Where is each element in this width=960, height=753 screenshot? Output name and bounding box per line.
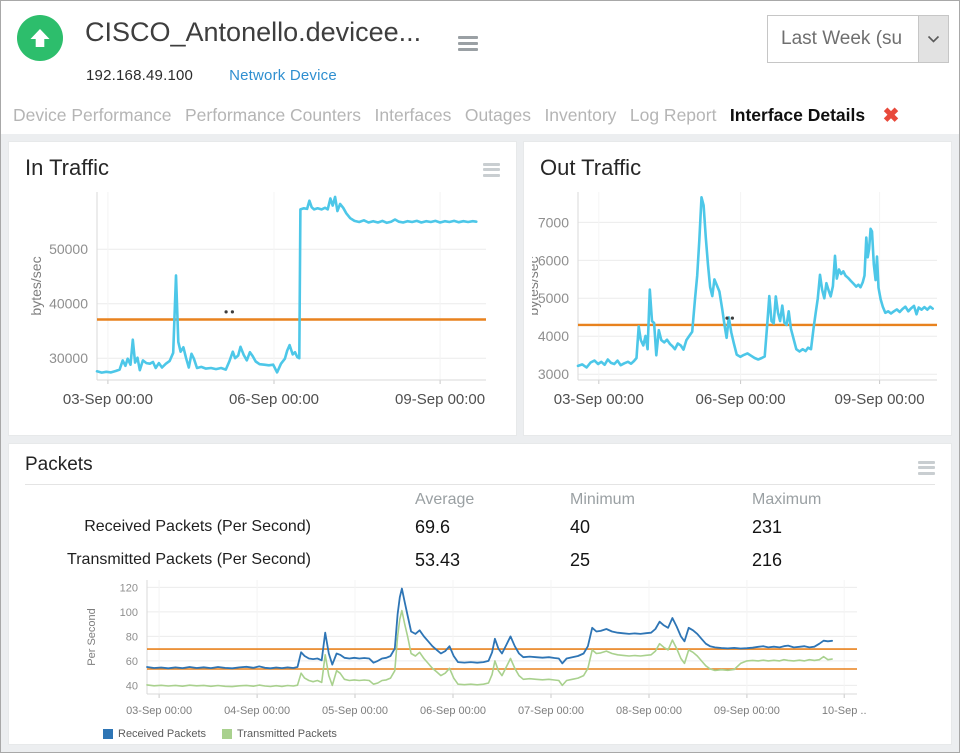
- dashboard-body: In Traffic 30000 40000 50000 03-Sep 00:00 06…: [1, 134, 959, 752]
- legend-label-transmitted: Transmitted Packets: [237, 728, 337, 740]
- packets-menu-icon[interactable]: [918, 458, 935, 477]
- close-tab-icon[interactable]: ✖: [883, 105, 900, 127]
- tab-device-performance[interactable]: Device Performance: [13, 105, 172, 126]
- time-range-select[interactable]: Last Week (su: [767, 15, 949, 63]
- svg-text:60: 60: [126, 656, 138, 668]
- tab-performance-counters[interactable]: Performance Counters: [185, 105, 361, 126]
- svg-text:7000: 7000: [538, 214, 569, 230]
- received-swatch-icon: [103, 729, 113, 739]
- device-header: CISCO_Antonello.devicee... 192.168.49.10…: [1, 1, 959, 96]
- tab-interface-details[interactable]: Interface Details: [730, 105, 865, 126]
- up-arrow-icon: [28, 26, 52, 50]
- tab-inventory[interactable]: Inventory: [544, 105, 616, 126]
- column-header-average: Average: [415, 485, 570, 509]
- svg-text:30000: 30000: [49, 350, 88, 366]
- transmitted-average: 53.43: [415, 542, 570, 575]
- in-traffic-title: In Traffic: [25, 154, 500, 182]
- packets-legend: Received Packets Transmitted Packets: [103, 728, 935, 740]
- svg-text:40: 40: [126, 680, 138, 692]
- svg-text:bytes/sec: bytes/sec: [532, 256, 541, 315]
- received-maximum: 231: [752, 509, 935, 542]
- device-tabs: Device Performance Performance Counters …: [1, 96, 959, 134]
- packets-panel: Packets Average Minimum Maximum Received…: [8, 443, 952, 745]
- packets-title: Packets: [25, 452, 935, 485]
- time-range-value: Last Week (su: [768, 16, 918, 62]
- svg-text:10-Sep ..: 10-Sep ..: [822, 705, 867, 717]
- svg-text:100: 100: [120, 607, 138, 619]
- svg-text:3000: 3000: [538, 366, 569, 382]
- transmitted-minimum: 25: [570, 542, 752, 575]
- received-minimum: 40: [570, 509, 752, 542]
- packets-chart: 40 60 80 100 120 03-Sep 00:00 04-Sep 00:00 05-S…: [25, 575, 933, 727]
- tab-log-report[interactable]: Log Report: [630, 105, 717, 126]
- tab-outages[interactable]: Outages: [465, 105, 531, 126]
- transmitted-maximum: 216: [752, 542, 935, 575]
- svg-text:bytes/sec: bytes/sec: [28, 256, 44, 315]
- column-header-maximum: Maximum: [752, 485, 935, 509]
- svg-text:Per Second: Per Second: [86, 608, 98, 665]
- svg-text:120: 120: [120, 582, 138, 594]
- svg-text:09-Sep 00:00: 09-Sep 00:00: [395, 391, 485, 408]
- app-window: CISCO_Antonello.devicee... 192.168.49.10…: [0, 0, 960, 753]
- transmitted-swatch-icon: [222, 729, 232, 739]
- svg-text:50000: 50000: [49, 241, 88, 257]
- svg-text:04-Sep 00:00: 04-Sep 00:00: [224, 705, 290, 717]
- svg-text:80: 80: [126, 631, 138, 643]
- row-label-transmitted-packets: Transmitted Packets (Per Second): [25, 542, 415, 575]
- device-subline: 192.168.49.100 Network Device: [86, 67, 337, 84]
- svg-text:09-Sep 00:00: 09-Sep 00:00: [835, 391, 925, 408]
- svg-text:03-Sep 00:00: 03-Sep 00:00: [126, 705, 192, 717]
- in-traffic-menu-icon[interactable]: [483, 160, 500, 179]
- svg-text:4000: 4000: [538, 328, 569, 344]
- svg-text:03-Sep 00:00: 03-Sep 00:00: [554, 391, 644, 408]
- svg-text:06-Sep 00:00: 06-Sep 00:00: [696, 391, 786, 408]
- svg-text:06-Sep 00:00: 06-Sep 00:00: [420, 705, 486, 717]
- in-traffic-chart: 30000 40000 50000 03-Sep 00:00 06-Sep 00:00 0…: [25, 182, 502, 422]
- svg-text:09-Sep 00:00: 09-Sep 00:00: [714, 705, 780, 717]
- packets-table: Average Minimum Maximum Received Packets…: [25, 485, 935, 575]
- tab-interfaces[interactable]: Interfaces: [375, 105, 452, 126]
- svg-text:06-Sep 00:00: 06-Sep 00:00: [229, 391, 319, 408]
- device-status-up-icon: [17, 15, 63, 61]
- column-header-minimum: Minimum: [570, 485, 752, 509]
- out-traffic-chart: 3000 4000 5000 6000 7000 03-Sep 00:00 06-Sep 0…: [532, 182, 945, 422]
- legend-label-received: Received Packets: [118, 728, 206, 740]
- svg-text:03-Sep 00:00: 03-Sep 00:00: [63, 391, 153, 408]
- traffic-row: In Traffic 30000 40000 50000 03-Sep 00:00 06…: [8, 141, 952, 436]
- table-corner-cell: [25, 485, 415, 509]
- svg-text:07-Sep 00:00: 07-Sep 00:00: [518, 705, 584, 717]
- legend-item-received[interactable]: Received Packets: [103, 728, 206, 740]
- device-title: CISCO_Antonello.devicee...: [85, 17, 421, 48]
- svg-text:05-Sep 00:00: 05-Sep 00:00: [322, 705, 388, 717]
- legend-item-transmitted[interactable]: Transmitted Packets: [222, 728, 337, 740]
- out-traffic-title: Out Traffic: [532, 154, 943, 182]
- out-traffic-panel: Out Traffic 3000 4000 5000 6000 7000 03-Sep 0…: [523, 141, 952, 436]
- device-menu-icon[interactable]: [458, 33, 478, 54]
- svg-text:08-Sep 00:00: 08-Sep 00:00: [616, 705, 682, 717]
- row-label-received-packets: Received Packets (Per Second): [25, 509, 415, 542]
- svg-text:5000: 5000: [538, 290, 569, 306]
- device-ip: 192.168.49.100: [86, 67, 193, 84]
- svg-text:40000: 40000: [49, 296, 88, 312]
- svg-text:6000: 6000: [538, 252, 569, 268]
- received-average: 69.6: [415, 509, 570, 542]
- in-traffic-panel: In Traffic 30000 40000 50000 03-Sep 00:00 06…: [8, 141, 517, 436]
- device-type-link[interactable]: Network Device: [229, 67, 337, 84]
- chevron-down-icon: [918, 16, 948, 62]
